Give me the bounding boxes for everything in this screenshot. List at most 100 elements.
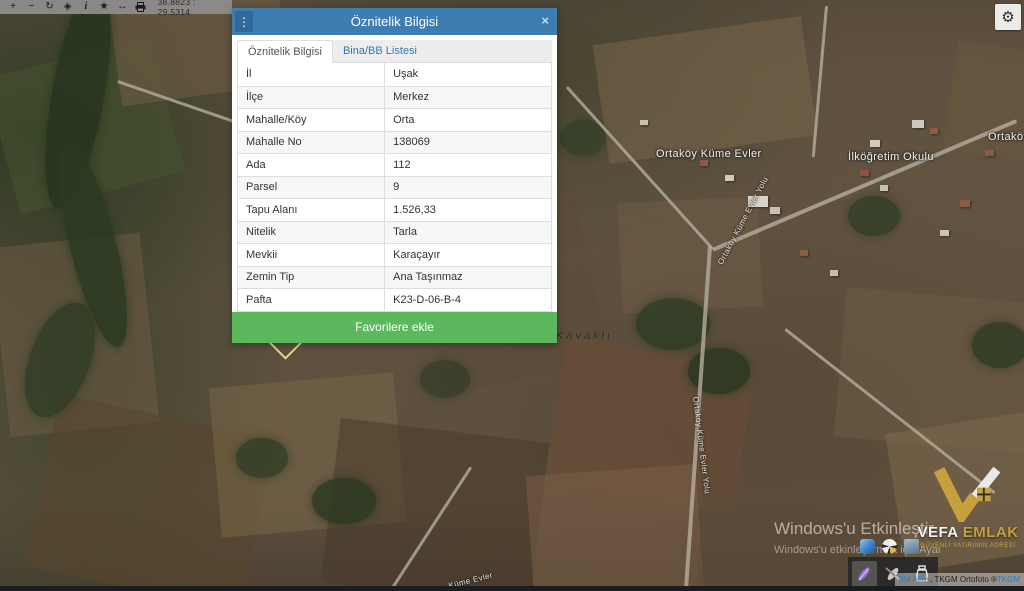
building xyxy=(960,200,970,207)
tree-cluster xyxy=(420,360,470,398)
field-patch xyxy=(593,16,818,164)
zoom-out-icon[interactable]: − xyxy=(22,0,40,14)
print-icon[interactable] xyxy=(131,0,149,14)
building xyxy=(700,160,708,166)
row-value: Merkez xyxy=(385,87,551,109)
zoom-in-icon[interactable]: + xyxy=(4,0,22,14)
row-label: Mevkii xyxy=(238,244,385,266)
window-icon[interactable] xyxy=(904,539,919,554)
map-label-village: Ortaköy Küme Evler xyxy=(656,148,762,160)
logo-v-mark xyxy=(931,466,1005,522)
map-label-ortakoy: Ortaköy xyxy=(988,131,1024,143)
building xyxy=(870,140,880,147)
cursor-coordinates: 38.8823 : 29.5314 xyxy=(158,0,229,17)
row-label: Mahalle/Köy xyxy=(238,109,385,131)
table-row: PaftaK23-D-06-B-4 xyxy=(238,288,551,311)
window-bottom-edge xyxy=(0,586,1024,591)
modal-body: Öznitelik Bilgisi Bina/BB Listesi İlUşak… xyxy=(232,35,557,312)
row-value: Tarla xyxy=(385,222,551,244)
feather-draw-button[interactable] xyxy=(852,561,877,587)
building xyxy=(880,185,888,191)
attribution-link-bm-atlas[interactable]: BM Atlas xyxy=(899,575,931,584)
logo-wordmark: VEFA EMLAK xyxy=(912,524,1024,541)
row-label: Pafta xyxy=(238,289,385,311)
row-value: Orta xyxy=(385,109,551,131)
map-label-kavakli: Kavaklı xyxy=(556,330,613,342)
table-row: Tapu Alanı1.526,33 xyxy=(238,198,551,221)
table-row: MevkiiKaraçayır xyxy=(238,243,551,266)
tree-cluster xyxy=(312,478,376,524)
logo-word-gold: EMLAK xyxy=(963,524,1019,541)
modal-header: ⋮ Öznitelik Bilgisi × xyxy=(232,8,557,35)
row-label: Parsel xyxy=(238,177,385,199)
logo-tagline: GÜVENLİ YATIRIMIN ADRESİ xyxy=(912,543,1024,549)
info-icon[interactable]: i xyxy=(77,0,95,14)
row-label: Tapu Alanı xyxy=(238,199,385,221)
table-row: NitelikTarla xyxy=(238,221,551,244)
attribute-table: İlUşak İlçeMerkez Mahalle/KöyOrta Mahall… xyxy=(237,63,552,312)
row-value: K23-D-06-B-4 xyxy=(385,289,551,311)
row-value: 138069 xyxy=(385,132,551,154)
feather-icon xyxy=(855,565,873,583)
field-patch xyxy=(943,41,1024,169)
building xyxy=(800,250,808,256)
kebab-menu-icon: ⋮ xyxy=(238,15,250,29)
building xyxy=(770,207,780,214)
tree-cluster xyxy=(848,196,900,236)
tab-oznitelik-bilgisi[interactable]: Öznitelik Bilgisi xyxy=(237,40,333,63)
settings-button[interactable]: ⚙ xyxy=(995,4,1021,30)
tree-cluster xyxy=(636,298,710,350)
map-label-school: İlköğretim Okulu xyxy=(848,151,934,163)
attribute-modal: ⋮ Öznitelik Bilgisi × Öznitelik Bilgisi … xyxy=(232,8,557,343)
table-row: Mahalle No138069 xyxy=(238,131,551,154)
building xyxy=(985,150,994,156)
row-value: 9 xyxy=(385,177,551,199)
table-row: Mahalle/KöyOrta xyxy=(238,108,551,131)
building xyxy=(930,128,938,134)
mini-icon-row xyxy=(860,539,919,554)
row-value: 112 xyxy=(385,154,551,176)
road-line xyxy=(812,6,828,158)
add-to-favorites-button[interactable]: Favorilere ekle xyxy=(232,312,557,343)
row-label: Nitelik xyxy=(238,222,385,244)
table-row: Parsel9 xyxy=(238,176,551,199)
locate-icon[interactable]: ◈ xyxy=(59,0,77,14)
table-row: Ada112 xyxy=(238,153,551,176)
logo-word-white: VEFA xyxy=(917,524,958,541)
row-label: Ada xyxy=(238,154,385,176)
app-window: Ortaköy Küme Evler İlköğretim Okulu Orta… xyxy=(0,0,1024,591)
attribution-link-tkgm[interactable]: TKGM xyxy=(997,575,1020,584)
row-value: Karaçayır xyxy=(385,244,551,266)
tree-cluster xyxy=(236,438,288,478)
building xyxy=(912,120,924,128)
row-value: Uşak xyxy=(385,63,551,86)
field-patch xyxy=(526,464,704,591)
vefa-emlak-logo: VEFA EMLAK GÜVENLİ YATIRIMIN ADRESİ xyxy=(912,466,1024,549)
row-value: Ana Taşınmaz xyxy=(385,267,551,289)
table-row: İlçeMerkez xyxy=(238,86,551,109)
map-toolbar: + − ↻ ◈ i ★ ↔ 38.8823 : 29.5314 xyxy=(0,0,232,14)
building xyxy=(830,270,838,276)
gear-icon: ⚙ xyxy=(1001,8,1014,26)
modal-menu-button[interactable]: ⋮ xyxy=(235,11,253,32)
row-label: Zemin Tip xyxy=(238,267,385,289)
row-label: Mahalle No xyxy=(238,132,385,154)
close-icon[interactable]: × xyxy=(541,14,549,27)
map-attribution: BM Atlas, TKGM Ortofoto ® TKGM xyxy=(895,573,1024,586)
building xyxy=(940,230,949,236)
modal-title: Öznitelik Bilgisi xyxy=(232,14,557,29)
star-icon[interactable]: ★ xyxy=(95,0,113,14)
building xyxy=(640,120,648,125)
row-label: İlçe xyxy=(238,87,385,109)
building xyxy=(725,175,734,181)
attribution-text: , TKGM Ortofoto ® xyxy=(930,575,997,584)
row-value: 1.526,33 xyxy=(385,199,551,221)
refresh-icon[interactable]: ↻ xyxy=(40,0,58,14)
measure-icon[interactable]: ↔ xyxy=(113,0,131,14)
wheel-icon[interactable] xyxy=(882,539,897,554)
tree-cluster xyxy=(972,322,1024,368)
cube-icon[interactable] xyxy=(860,539,875,554)
modal-tabbar: Öznitelik Bilgisi Bina/BB Listesi xyxy=(237,40,552,63)
row-label: İl xyxy=(238,63,385,86)
tab-bina-bb-listesi[interactable]: Bina/BB Listesi xyxy=(333,40,427,62)
